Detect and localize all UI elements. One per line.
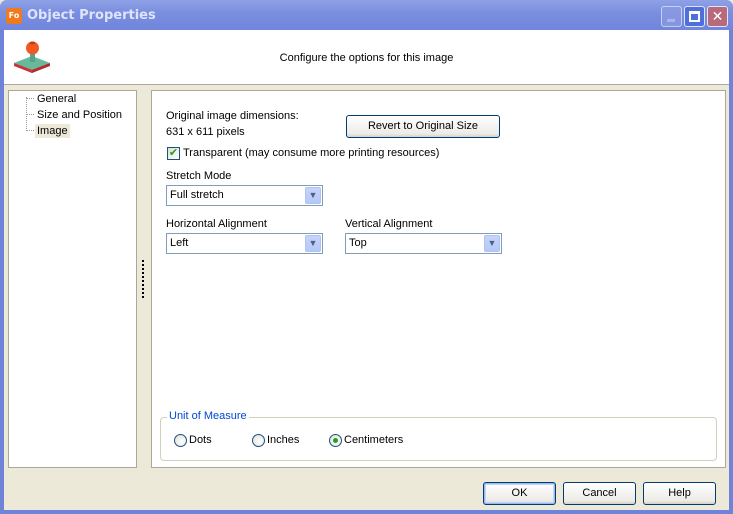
transparent-checkbox[interactable]: ✔ — [167, 147, 180, 160]
unit-of-measure-group: Unit of Measure Dots Inches Centimeters — [160, 410, 717, 461]
minimize-icon — [667, 19, 675, 22]
dimensions-value: 631 x 611 pixels — [166, 126, 245, 138]
minimize-button[interactable] — [661, 6, 682, 27]
chevron-down-icon: ▼ — [305, 187, 321, 204]
close-button[interactable]: ✕ — [707, 6, 728, 27]
splitter-handle[interactable] — [142, 260, 144, 298]
stretch-mode-select[interactable]: Full stretch ▼ — [166, 185, 323, 206]
header-description: Configure the options for this image — [279, 52, 454, 64]
centimeters-label[interactable]: Centimeters — [344, 434, 403, 446]
tree-connector — [26, 130, 34, 131]
dots-radio[interactable] — [174, 434, 187, 447]
help-button[interactable]: Help — [643, 482, 716, 505]
tree-item-image[interactable]: Image — [35, 124, 70, 138]
horizontal-alignment-select[interactable]: Left ▼ — [166, 233, 323, 254]
vertical-alignment-label: Vertical Alignment — [345, 218, 433, 230]
vertical-alignment-value: Top — [349, 237, 367, 249]
maximize-button[interactable] — [684, 6, 705, 27]
chevron-down-icon: ▼ — [484, 235, 500, 252]
app-icon: Fo — [6, 8, 22, 24]
ok-button[interactable]: OK — [483, 482, 556, 505]
vertical-alignment-select[interactable]: Top ▼ — [345, 233, 502, 254]
stretch-mode-label: Stretch Mode — [166, 170, 232, 182]
dots-label[interactable]: Dots — [189, 434, 212, 446]
tree-connector — [26, 114, 34, 115]
dialog-header: Configure the options for this image — [4, 30, 729, 85]
centimeters-radio[interactable] — [329, 434, 342, 447]
image-options-panel: Original image dimensions: 631 x 611 pix… — [151, 90, 726, 468]
horizontal-alignment-value: Left — [170, 237, 189, 249]
dialog-body: Configure the options for this image Gen… — [4, 30, 729, 510]
window-title: Object Properties — [27, 8, 156, 23]
close-icon: ✕ — [711, 8, 724, 24]
inches-radio[interactable] — [252, 434, 265, 447]
object-properties-window: Fo Object Properties ✕ Configure the opt… — [0, 0, 733, 514]
revert-to-original-size-button[interactable]: Revert to Original Size — [346, 115, 500, 138]
stretch-mode-value: Full stretch — [170, 189, 224, 201]
title-bar[interactable]: Fo Object Properties ✕ — [0, 0, 733, 30]
inches-label[interactable]: Inches — [267, 434, 299, 446]
horizontal-alignment-label: Horizontal Alignment — [166, 218, 267, 230]
dimensions-label: Original image dimensions: — [166, 110, 299, 122]
tree-connector — [26, 98, 34, 99]
tree-item-size-and-position[interactable]: Size and Position — [35, 108, 124, 122]
tree-item-general[interactable]: General — [35, 92, 78, 106]
chevron-down-icon: ▼ — [305, 235, 321, 252]
transparent-label[interactable]: Transparent (may consume more printing r… — [183, 147, 439, 159]
maximize-icon — [689, 11, 700, 22]
cancel-button[interactable]: Cancel — [563, 482, 636, 505]
unit-of-measure-title: Unit of Measure — [167, 410, 249, 422]
category-tree: General Size and Position Image — [8, 90, 137, 468]
